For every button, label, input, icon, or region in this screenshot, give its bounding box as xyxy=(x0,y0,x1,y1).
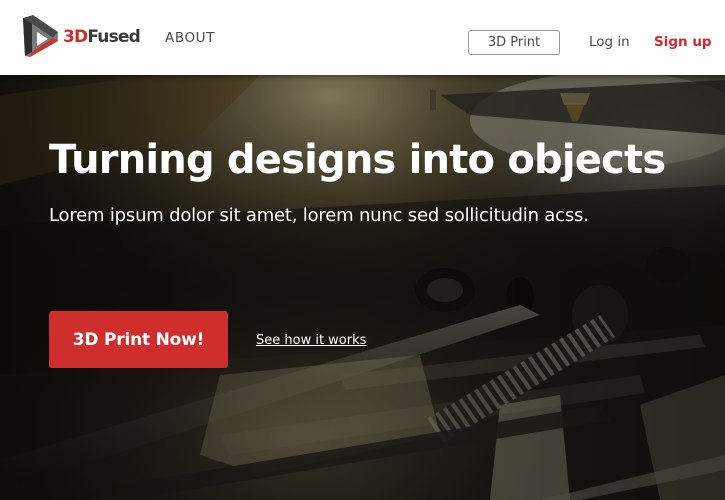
brand-name-suffix: Fused xyxy=(87,26,141,47)
hero-subtitle: Lorem ipsum dolor sit amet, lorem nunc s… xyxy=(49,205,589,226)
brand-name-prefix: 3D xyxy=(63,26,88,47)
brand-name: 3DFused xyxy=(63,26,141,47)
nav-about-link[interactable]: ABOUT xyxy=(165,30,215,46)
hero-title: Turning designs into objects xyxy=(49,137,666,183)
login-link[interactable]: Log in xyxy=(589,34,630,50)
3d-print-button[interactable]: 3D Print xyxy=(468,30,560,55)
site-header: 3DFused ABOUT 3D Print Log in Sign up xyxy=(0,0,725,75)
hero-section: Turning designs into objects Lorem ipsum… xyxy=(0,75,725,500)
page: 3DFused ABOUT 3D Print Log in Sign up Tu… xyxy=(0,0,725,500)
3d-print-now-button[interactable]: 3D Print Now! xyxy=(49,311,228,368)
penrose-triangle-logo-icon xyxy=(23,15,58,57)
see-how-it-works-link[interactable]: See how it works xyxy=(256,333,366,349)
brand-logo[interactable]: 3DFused xyxy=(20,12,141,60)
signup-link[interactable]: Sign up xyxy=(654,34,712,50)
